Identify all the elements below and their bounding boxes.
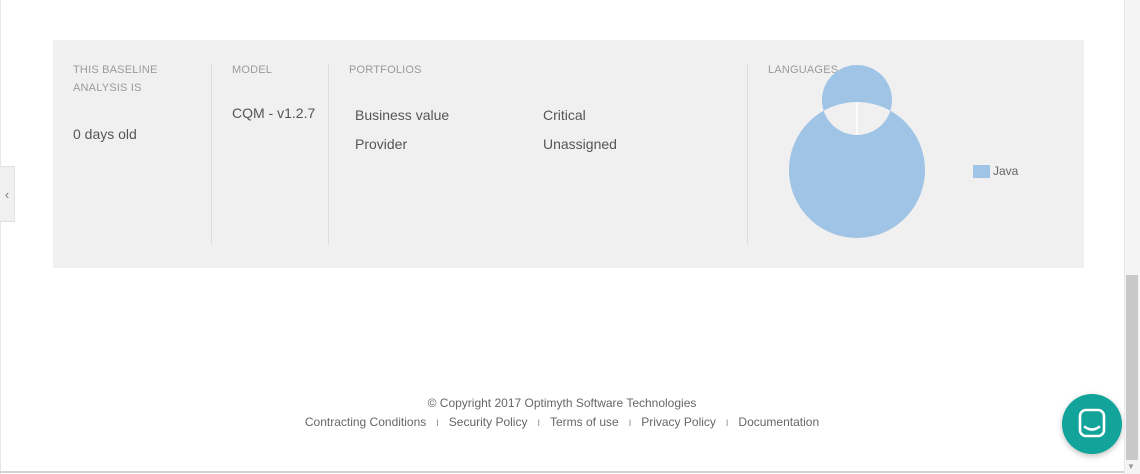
scroll-down-arrow[interactable]: ▼ bbox=[1127, 462, 1135, 471]
chevron-left-icon: ‹ bbox=[4, 186, 10, 202]
chat-bubble-icon bbox=[1078, 408, 1106, 438]
footer-separator: I bbox=[436, 418, 439, 428]
legend-swatch-java bbox=[973, 165, 990, 178]
link-contracting-conditions[interactable]: Contracting Conditions bbox=[305, 415, 426, 429]
link-documentation[interactable]: Documentation bbox=[738, 415, 819, 429]
link-security-policy[interactable]: Security Policy bbox=[449, 415, 528, 429]
footer-separator: I bbox=[537, 418, 540, 428]
link-terms-of-use[interactable]: Terms of use bbox=[550, 415, 619, 429]
footer-links: Contracting Conditions I Security Policy I T… bbox=[0, 415, 1124, 429]
chat-button[interactable] bbox=[1062, 394, 1122, 454]
donut-slice-java bbox=[788, 65, 925, 238]
footer-separator: I bbox=[628, 418, 632, 428]
baseline-summary-panel: THIS BASELINE ANALYSIS IS 0 days old MOD… bbox=[53, 40, 1084, 268]
languages-donut-chart bbox=[788, 65, 925, 238]
legend-label-java: Java bbox=[993, 164, 1019, 178]
link-privacy-policy[interactable]: Privacy Policy bbox=[641, 415, 716, 429]
copyright-text: © Copyright 2017 Optimyth Software Techn… bbox=[427, 396, 697, 410]
sidebar-toggle[interactable]: ‹ bbox=[0, 166, 15, 222]
frame-border bbox=[0, 471, 1124, 473]
footer-separator: I bbox=[725, 418, 729, 428]
scrollbar-thumb[interactable] bbox=[1126, 275, 1138, 460]
